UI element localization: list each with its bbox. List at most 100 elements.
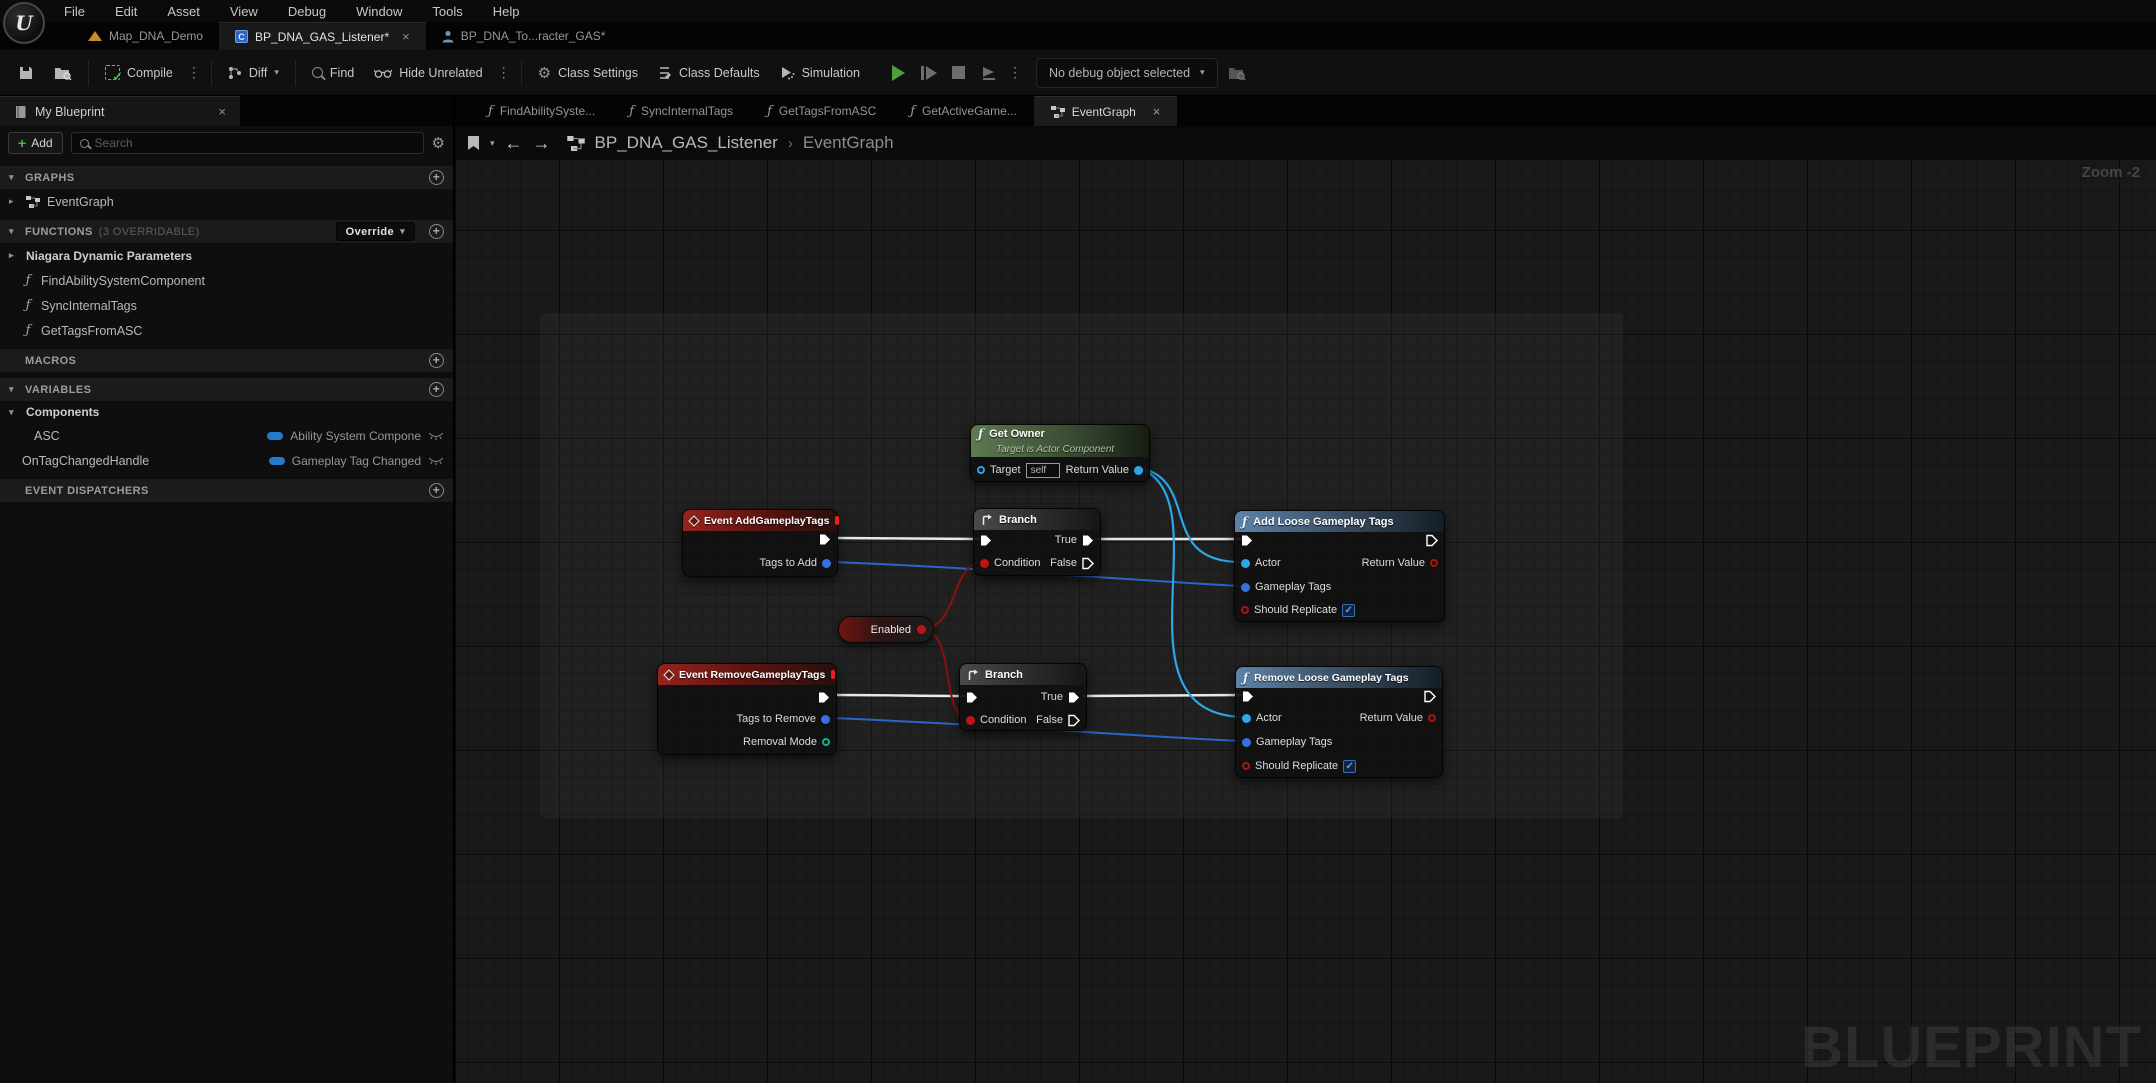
node-event-removegameplaytags[interactable]: Event RemoveGameplayTags Tags to Remove … [657, 663, 837, 755]
section-macros[interactable]: MACROS + [0, 349, 453, 372]
exec-in-pin[interactable] [980, 534, 992, 547]
should-replicate-pin[interactable] [1241, 606, 1249, 614]
exec-out-pin[interactable] [818, 691, 830, 704]
menu-window[interactable]: Window [356, 4, 402, 19]
doc-tab-syncinternaltags[interactable]: ƒ SyncInternalTags [612, 96, 750, 126]
eye-closed-icon[interactable] [428, 432, 444, 440]
exec-out-pin[interactable] [1424, 690, 1436, 703]
graph-item-eventgraph[interactable]: ▸ EventGraph [0, 189, 453, 214]
target-value-field[interactable] [1026, 463, 1060, 478]
stop-button[interactable] [946, 60, 972, 86]
removal-mode-pin[interactable] [822, 738, 830, 746]
section-event-dispatchers[interactable]: EVENT DISPATCHERS + [0, 479, 453, 502]
forward-arrow-icon[interactable]: → [533, 133, 551, 154]
breadcrumb-current[interactable]: EventGraph [803, 133, 894, 153]
variable-row-asc[interactable]: ASC Ability System Compone [0, 423, 453, 448]
node-add-loose-gameplay-tags[interactable]: ƒ Add Loose Gameplay Tags Actor Return V… [1234, 510, 1445, 622]
close-tab-icon[interactable]: × [1153, 104, 1161, 119]
exec-out-pin[interactable] [1426, 534, 1438, 547]
eject-button[interactable] [976, 60, 1002, 86]
find-button[interactable]: Find [302, 56, 364, 90]
add-macro-icon[interactable]: + [429, 353, 444, 368]
return-value-pin[interactable] [1134, 466, 1143, 475]
true-exec-pin[interactable] [1068, 691, 1080, 704]
play-options-icon[interactable]: ⋮ [1004, 64, 1026, 81]
add-variable-icon[interactable]: + [429, 382, 444, 397]
override-dropdown[interactable]: Override ▾ [336, 222, 415, 241]
search-input[interactable] [95, 136, 415, 150]
should-replicate-checkbox[interactable]: ✓ [1343, 760, 1356, 773]
menu-view[interactable]: View [230, 4, 258, 19]
node-get-owner[interactable]: ƒ Get Owner Target is Actor Component Ta… [970, 424, 1150, 482]
should-replicate-checkbox[interactable]: ✓ [1342, 604, 1355, 617]
panel-settings-icon[interactable]: ⚙ [432, 134, 445, 152]
return-value-pin[interactable] [1430, 559, 1438, 567]
menu-help[interactable]: Help [493, 4, 520, 19]
function-item-syncinternaltags[interactable]: ƒ SyncInternalTags [0, 293, 453, 318]
tags-to-remove-pin[interactable] [821, 715, 830, 724]
node-branch-2[interactable]: Branch True Condition False [959, 663, 1087, 731]
unreal-logo-icon[interactable]: U [3, 2, 45, 44]
back-arrow-icon[interactable]: ← [505, 133, 523, 154]
tab-map-dna-demo[interactable]: Map_DNA_Demo [72, 22, 219, 50]
exec-in-pin[interactable] [1241, 534, 1253, 547]
debug-object-dropdown[interactable]: No debug object selected ▾ [1036, 58, 1218, 88]
condition-pin[interactable] [980, 559, 989, 568]
breadcrumb-root[interactable]: BP_DNA_GAS_Listener [595, 133, 778, 153]
compile-options-icon[interactable]: ⋮ [183, 64, 205, 81]
add-function-icon[interactable]: + [429, 224, 444, 239]
node-branch-1[interactable]: Branch True Condition False [973, 508, 1101, 576]
gameplay-tags-pin[interactable] [1241, 583, 1250, 592]
menu-edit[interactable]: Edit [115, 4, 137, 19]
true-exec-pin[interactable] [1082, 534, 1094, 547]
node-enabled-variable[interactable]: Enabled [838, 616, 934, 643]
class-defaults-button[interactable]: Class Defaults [648, 56, 770, 90]
chevron-down-icon[interactable]: ▾ [490, 138, 495, 149]
close-panel-icon[interactable]: × [218, 104, 226, 119]
return-value-pin[interactable] [1428, 714, 1436, 722]
exec-out-pin[interactable] [819, 533, 831, 546]
menu-asset[interactable]: Asset [167, 4, 200, 19]
doc-tab-getactivegame[interactable]: ƒ GetActiveGame... [893, 96, 1034, 126]
eye-closed-icon[interactable] [428, 457, 444, 465]
section-graphs[interactable]: ▾ GRAPHS + [0, 166, 453, 189]
close-tab-icon[interactable]: × [402, 29, 410, 44]
function-group-niagara[interactable]: ▸ Niagara Dynamic Parameters [0, 243, 453, 268]
enabled-output-pin[interactable] [917, 625, 926, 634]
class-settings-button[interactable]: ⚙ Class Settings [528, 56, 648, 90]
diff-button[interactable]: Diff ▾ [218, 56, 289, 90]
variable-group-components[interactable]: ▾ Components [0, 401, 453, 423]
add-dispatcher-icon[interactable]: + [429, 483, 444, 498]
simulation-button[interactable]: Simulation [770, 56, 870, 90]
event-graph-canvas[interactable]: ▾ ← → BP_DNA_GAS_Listener › EventGraph Z… [455, 126, 2156, 1083]
exec-in-pin[interactable] [1242, 690, 1254, 703]
target-pin[interactable] [977, 466, 985, 474]
menu-file[interactable]: File [64, 4, 85, 19]
exec-in-pin[interactable] [966, 691, 978, 704]
tab-my-blueprint[interactable]: My Blueprint × [0, 96, 240, 126]
section-functions[interactable]: ▾ FUNCTIONS (3 OVERRIDABLE) Override ▾ + [0, 220, 453, 243]
frame-skip-button[interactable] [916, 60, 942, 86]
actor-pin[interactable] [1242, 714, 1251, 723]
doc-tab-gettagsfromasc[interactable]: ƒ GetTagsFromASC [750, 96, 893, 126]
function-item-findabilitysystemcomponent[interactable]: ƒ FindAbilitySystemComponent [0, 268, 453, 293]
hide-unrelated-button[interactable]: Hide Unrelated [364, 56, 492, 90]
actor-pin[interactable] [1241, 559, 1250, 568]
false-exec-pin[interactable] [1082, 557, 1094, 570]
variable-row-ontagchangedhandle[interactable]: OnTagChangedHandle Gameplay Tag Changed [0, 448, 453, 473]
false-exec-pin[interactable] [1068, 714, 1080, 727]
tab-bp-dna-gas-listener[interactable]: C BP_DNA_GAS_Listener* × [219, 22, 426, 50]
gameplay-tags-pin[interactable] [1242, 738, 1251, 747]
hide-unrelated-options-icon[interactable]: ⋮ [493, 64, 515, 81]
browse-debug-button[interactable] [1218, 56, 1256, 90]
browse-asset-button[interactable] [44, 56, 82, 90]
node-remove-loose-gameplay-tags[interactable]: ƒ Remove Loose Gameplay Tags Actor Retur… [1235, 666, 1443, 778]
add-button[interactable]: + Add [8, 132, 63, 154]
tab-bp-dna-character-gas[interactable]: BP_DNA_To...racter_GAS* [426, 22, 622, 50]
doc-tab-eventgraph[interactable]: EventGraph × [1034, 96, 1178, 126]
condition-pin[interactable] [966, 716, 975, 725]
save-button[interactable] [8, 56, 44, 90]
should-replicate-pin[interactable] [1242, 762, 1250, 770]
tags-to-add-pin[interactable] [822, 559, 831, 568]
section-variables[interactable]: ▾ VARIABLES + [0, 378, 453, 401]
